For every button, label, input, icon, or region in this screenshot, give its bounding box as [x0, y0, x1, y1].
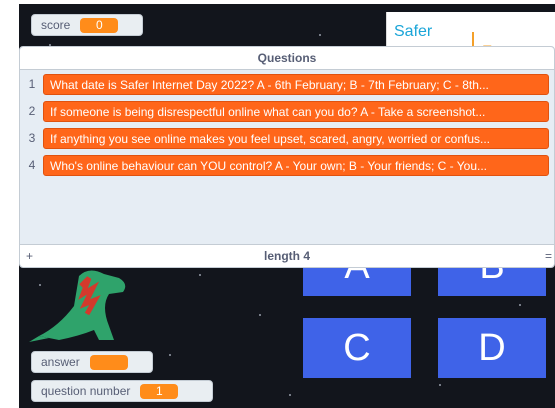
- answer-d-label: D: [478, 326, 506, 369]
- answer-c-label: C: [343, 326, 371, 369]
- list-item-text[interactable]: If someone is being disrespectful online…: [43, 101, 549, 122]
- question-number-value: 1: [140, 383, 179, 399]
- answer-d-button[interactable]: D: [438, 318, 546, 378]
- list-item-index: 1: [28, 77, 36, 91]
- logo-text: Safer: [394, 23, 433, 40]
- score-monitor[interactable]: score 0: [31, 14, 143, 36]
- dinosaur-sprite[interactable]: [19, 266, 139, 348]
- answer-value: [89, 354, 128, 370]
- list-item[interactable]: 3 If anything you see online makes you f…: [20, 128, 555, 149]
- score-label: score: [41, 18, 71, 32]
- list-item-text[interactable]: If anything you see online makes you fee…: [43, 128, 549, 149]
- list-item-index: 2: [28, 104, 36, 118]
- answer-c-button[interactable]: C: [303, 318, 411, 378]
- list-item[interactable]: 4 Who's online behaviour can YOU control…: [20, 155, 555, 176]
- score-value: 0: [80, 17, 119, 33]
- list-item-index: 3: [28, 131, 36, 145]
- resize-handle[interactable]: =: [545, 245, 552, 267]
- list-length: length 4: [263, 249, 310, 263]
- list-title: Questions: [20, 47, 554, 70]
- answer-monitor[interactable]: answer: [31, 351, 153, 373]
- list-item[interactable]: 1 What date is Safer Internet Day 2022? …: [20, 74, 555, 95]
- questions-list-monitor[interactable]: Questions 1 What date is Safer Internet …: [19, 46, 555, 268]
- list-footer: + length 4 =: [20, 244, 554, 267]
- list-item-index: 4: [28, 158, 36, 172]
- question-number-label: question number: [41, 384, 131, 398]
- question-number-monitor[interactable]: question number 1: [31, 380, 213, 402]
- answer-label: answer: [41, 355, 80, 369]
- list-item[interactable]: 2 If someone is being disrespectful onli…: [20, 101, 555, 122]
- add-item-button[interactable]: +: [26, 245, 33, 267]
- list-item-text[interactable]: What date is Safer Internet Day 2022? A …: [43, 74, 549, 95]
- list-item-text[interactable]: Who's online behaviour can YOU control? …: [43, 155, 549, 176]
